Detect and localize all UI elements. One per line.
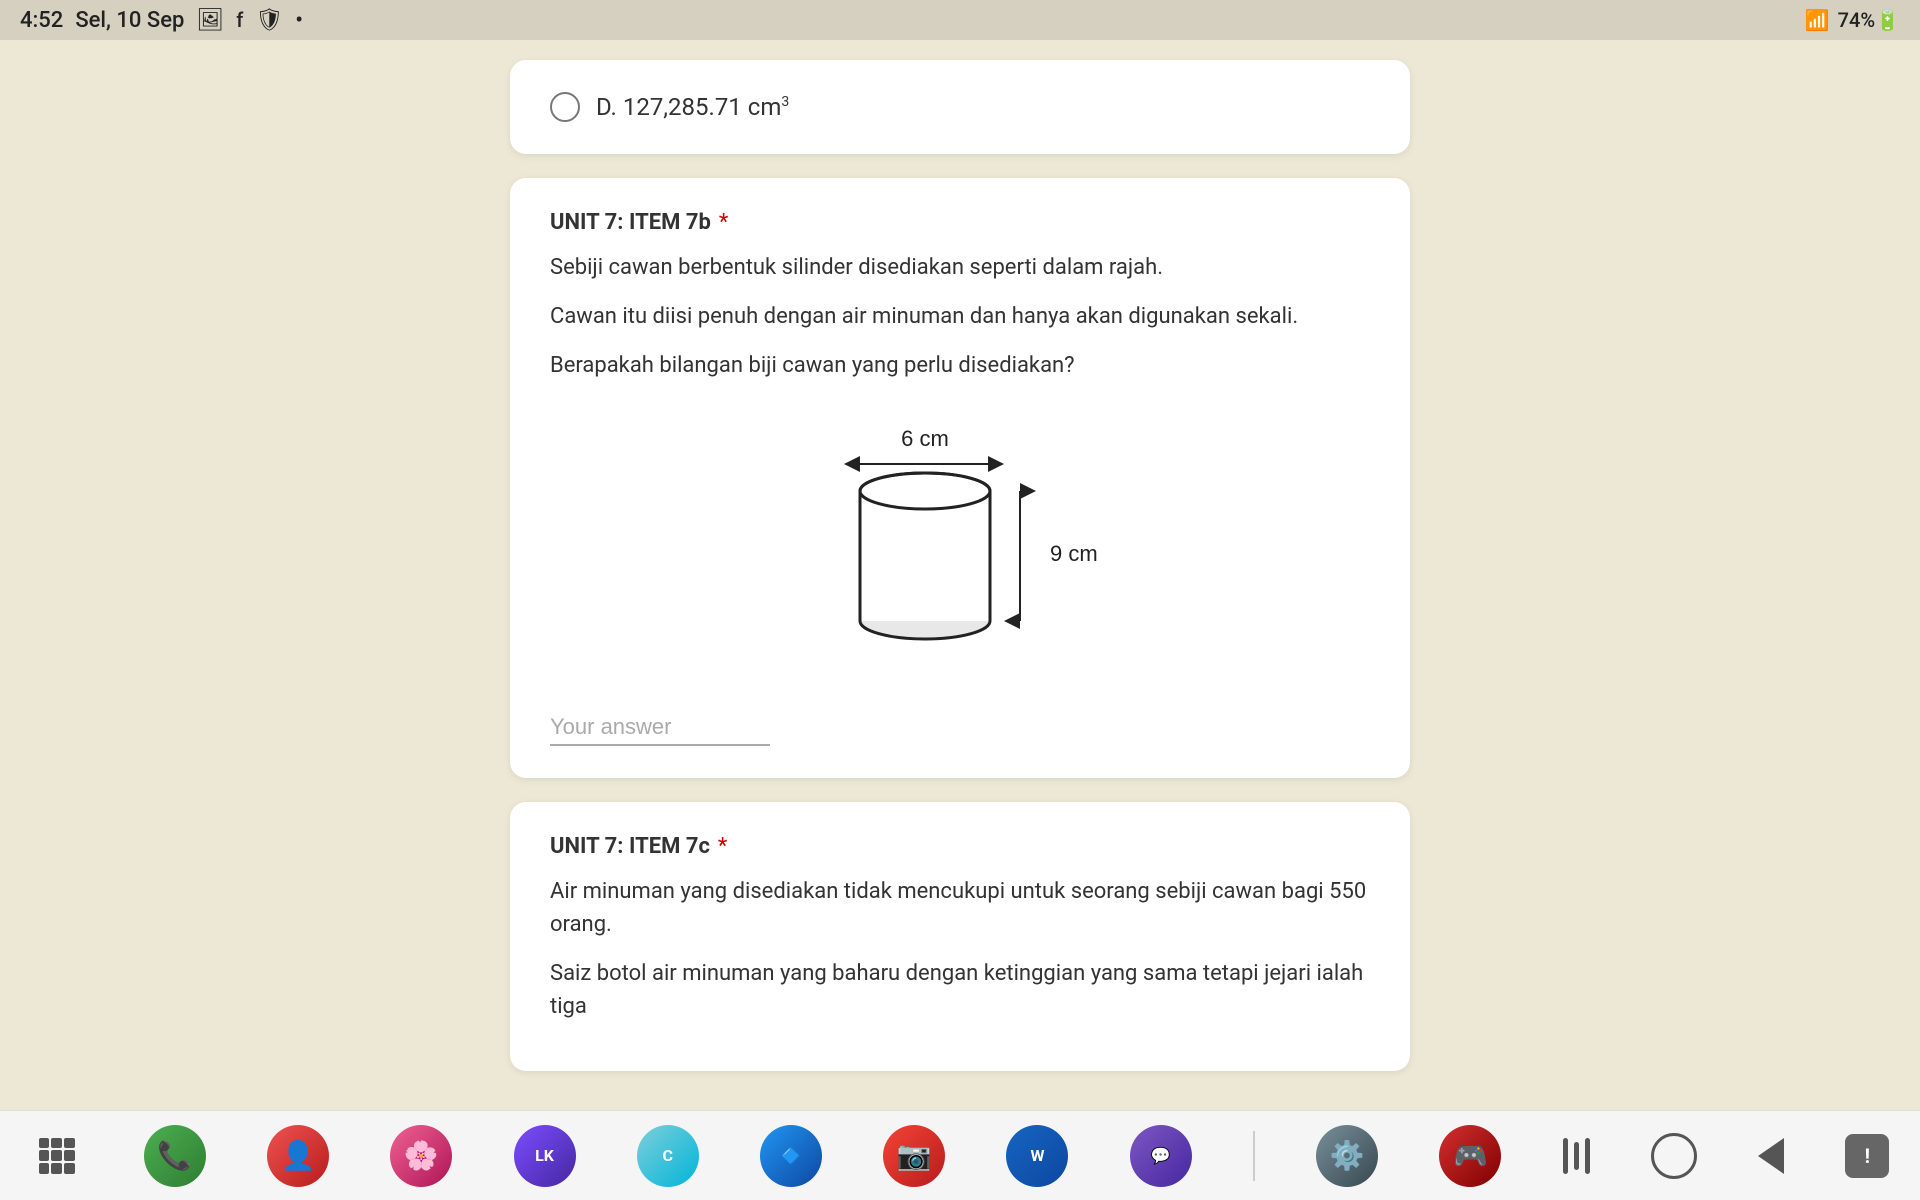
answer-input-7b[interactable] bbox=[550, 710, 770, 746]
apps-button[interactable] bbox=[31, 1130, 83, 1182]
option-d-row: D. 127,285.71 cm3 bbox=[550, 92, 1370, 122]
question-7b-line2: Cawan itu diisi penuh dengan air minuman… bbox=[550, 300, 1370, 333]
bottom-nav: 📞 👤 🌸 LK C 🔷 📷 W 💬 ⚙️ 🎮 bbox=[0, 1110, 1920, 1200]
image-icon: 🖼 bbox=[196, 8, 224, 33]
teams-app-icon[interactable]: 💬 bbox=[1130, 1125, 1192, 1187]
feedback-button[interactable]: ! bbox=[1845, 1134, 1889, 1178]
battery-display: 74%🔋 bbox=[1838, 8, 1900, 32]
wifi-icon: 📶 bbox=[1805, 8, 1830, 32]
svg-text:9 cm: 9 cm bbox=[1050, 541, 1098, 566]
status-bar: 4:52 Sel, 10 Sep 🖼 f 🛡 • 📶 74%🔋 bbox=[0, 0, 1920, 40]
nav-divider bbox=[1253, 1131, 1255, 1181]
camera-app-icon[interactable]: 📷 bbox=[883, 1125, 945, 1187]
cylinder-svg: 6 cm 9 c bbox=[770, 416, 1150, 676]
required-star-7c: * bbox=[718, 834, 727, 859]
loklok-app-icon[interactable]: LK bbox=[514, 1125, 576, 1187]
phone-app-icon[interactable]: 📞 bbox=[144, 1125, 206, 1187]
canva-app-icon[interactable]: C bbox=[637, 1125, 699, 1187]
back-button[interactable] bbox=[1758, 1138, 1784, 1174]
question-7c-line1: Air minuman yang disediakan tidak mencuk… bbox=[550, 875, 1370, 941]
flower-app-icon[interactable]: 🌸 bbox=[390, 1125, 452, 1187]
question-7b-line3: Berapakah bilangan biji cawan yang perlu… bbox=[550, 349, 1370, 382]
status-bar-right: 📶 74%🔋 bbox=[1805, 8, 1900, 32]
recent-button[interactable] bbox=[1563, 1138, 1590, 1174]
question-7b-header: UNIT 7: ITEM 7b * bbox=[550, 210, 1370, 235]
date-display: Sel, 10 Sep bbox=[75, 8, 184, 33]
cylinder-diagram: 6 cm 9 c bbox=[550, 406, 1370, 686]
question-7b-title: UNIT 7: ITEM 7b bbox=[550, 210, 711, 235]
option-d-card: D. 127,285.71 cm3 bbox=[510, 60, 1410, 154]
microsoft-app-icon[interactable]: 🔷 bbox=[760, 1125, 822, 1187]
option-d-radio[interactable] bbox=[550, 92, 580, 122]
settings-app-icon[interactable]: ⚙️ bbox=[1316, 1125, 1378, 1187]
question-7c-header: UNIT 7: ITEM 7c * bbox=[550, 834, 1370, 859]
dot-indicator: • bbox=[295, 8, 303, 33]
question-7c-line2: Saiz botol air minuman yang baharu denga… bbox=[550, 957, 1370, 1023]
required-star-7b: * bbox=[719, 210, 728, 235]
shield-icon: 🛡 bbox=[255, 8, 283, 33]
facebook-icon: f bbox=[236, 8, 243, 32]
question-7b-line1: Sebiji cawan berbentuk silinder disediak… bbox=[550, 251, 1370, 284]
contacts-app-icon[interactable]: 👤 bbox=[267, 1125, 329, 1187]
question-7c-card: UNIT 7: ITEM 7c * Air minuman yang dised… bbox=[510, 802, 1410, 1071]
content-area: D. 127,285.71 cm3 UNIT 7: ITEM 7b * Sebi… bbox=[0, 40, 1920, 1110]
game-app-icon[interactable]: 🎮 bbox=[1439, 1125, 1501, 1187]
home-button[interactable] bbox=[1651, 1133, 1697, 1179]
answer-input-wrapper bbox=[550, 710, 1370, 746]
status-bar-left: 4:52 Sel, 10 Sep 🖼 f 🛡 • bbox=[20, 8, 303, 33]
svg-text:6 cm: 6 cm bbox=[901, 426, 949, 451]
word-app-icon[interactable]: W bbox=[1006, 1125, 1068, 1187]
option-d-text: D. 127,285.71 cm3 bbox=[596, 93, 789, 121]
question-7c-title: UNIT 7: ITEM 7c bbox=[550, 834, 710, 859]
question-7b-card: UNIT 7: ITEM 7b * Sebiji cawan berbentuk… bbox=[510, 178, 1410, 778]
time-display: 4:52 bbox=[20, 8, 63, 33]
option-d-superscript: 3 bbox=[781, 94, 789, 110]
